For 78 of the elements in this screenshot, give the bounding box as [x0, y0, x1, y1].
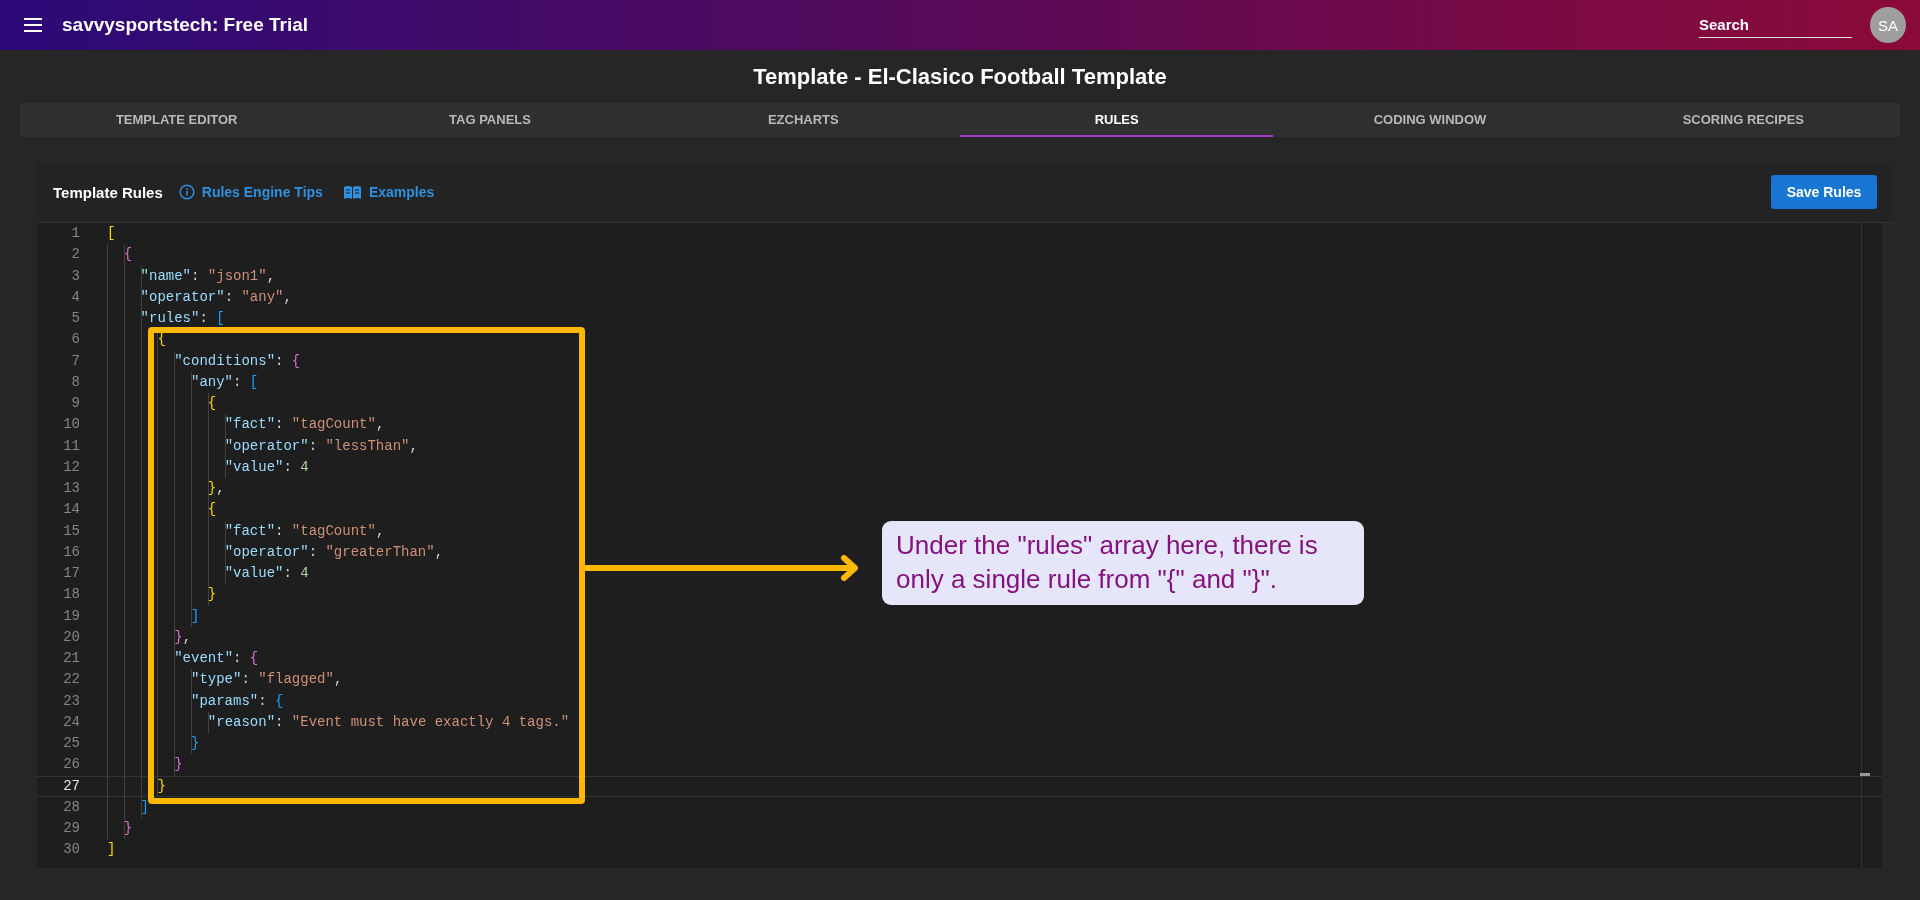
code-line: "conditions": { — [174, 352, 301, 369]
line-number: 11 — [62, 436, 80, 456]
book-icon — [342, 184, 362, 200]
code-line: "operator": "any", — [140, 288, 292, 305]
app-title: savvysportstech: Free Trial — [62, 14, 310, 36]
line-number: 24 — [62, 712, 80, 732]
indent-guides — [107, 754, 176, 776]
code-line: "rules": [ — [140, 310, 225, 326]
line-number: 14 — [62, 500, 80, 520]
line-number: 15 — [62, 521, 80, 541]
code-line: "reason": "Event must have exactly 4 tags." — [207, 713, 570, 730]
line-number: 5 — [70, 309, 80, 328]
menu-icon[interactable] — [24, 18, 42, 32]
tab[interactable]: EZCHARTS — [646, 103, 960, 137]
line-number: 13 — [62, 479, 80, 498]
tab[interactable]: SCORING RECIPES — [1586, 103, 1900, 137]
page-title: Template - El-Clasico Football Template — [753, 63, 1167, 90]
line-number: 28 — [62, 797, 80, 817]
code-line: { — [207, 501, 217, 518]
code-line: { — [123, 246, 133, 263]
code-line: ] — [140, 798, 149, 815]
code-line: } — [207, 586, 217, 603]
code-line: "value": 4 — [224, 565, 309, 581]
line-number: 25 — [62, 734, 80, 753]
code-line: ] — [191, 607, 200, 624]
line-number: 2 — [70, 245, 80, 265]
code-line: "operator": "greaterThan", — [224, 543, 444, 560]
tab[interactable]: TEMPLATE EDITOR — [20, 103, 334, 137]
code-line: ] — [107, 841, 116, 858]
code-line: "fact": "tagCount", — [224, 522, 385, 539]
code-line: }, — [174, 628, 192, 645]
code-line: { — [207, 395, 217, 411]
line-number: 20 — [62, 627, 80, 647]
help-link[interactable]: Rules Engine Tips — [178, 184, 323, 200]
line-number: 22 — [62, 670, 80, 690]
line-number: 12 — [62, 457, 80, 477]
save-rules-button[interactable]: Save Rules — [1771, 175, 1877, 209]
line-number: 1 — [70, 224, 80, 243]
tab[interactable]: RULES — [960, 103, 1274, 137]
code-line: } — [123, 820, 133, 836]
line-number: 23 — [62, 691, 80, 711]
line-number: 18 — [62, 585, 80, 605]
line-number: 8 — [70, 372, 80, 392]
line-number: 26 — [62, 755, 80, 775]
line-number: 7 — [70, 351, 80, 371]
panel-title: Template Rules — [53, 183, 163, 201]
line-number: 3 — [70, 266, 80, 286]
code-line: "value": 4 — [224, 458, 309, 475]
line-number: 10 — [62, 415, 80, 435]
line-number: 9 — [70, 394, 80, 413]
line-number: 27 — [62, 776, 80, 796]
code-line: } — [191, 735, 200, 751]
code-line: "operator": "lessThan", — [224, 437, 418, 454]
tab[interactable]: CODING WINDOW — [1273, 103, 1587, 137]
line-number: 17 — [62, 564, 80, 583]
line-number: 16 — [62, 542, 80, 562]
code-line: "event": { — [174, 650, 259, 666]
line-number: 19 — [62, 606, 80, 626]
code-line: "any": [ — [191, 373, 259, 390]
code-line: "fact": "tagCount", — [224, 416, 385, 433]
code-line: [ — [107, 225, 116, 241]
callout-note: Under the "rules" array here, there is only a single rule from "{" and "}". — [882, 521, 1364, 605]
code-line: "type": "flagged", — [191, 671, 343, 688]
search-field[interactable]: Search — [1699, 12, 1852, 38]
line-number: 4 — [70, 287, 80, 307]
line-number: 6 — [70, 330, 80, 350]
scrollbar-mark — [1860, 773, 1870, 776]
code-line: }, — [207, 480, 225, 496]
code-line: } — [157, 777, 166, 794]
help-link[interactable]: Examples — [342, 184, 435, 200]
line-number: 29 — [62, 819, 80, 838]
tab[interactable]: TAG PANELS — [333, 103, 647, 137]
code-line: "name": "json1", — [140, 267, 276, 284]
line-number: 30 — [62, 840, 80, 860]
info-icon — [178, 184, 195, 200]
code-line: } — [174, 756, 183, 773]
line-number: 21 — [62, 649, 80, 668]
code-line: "params": { — [191, 692, 284, 709]
